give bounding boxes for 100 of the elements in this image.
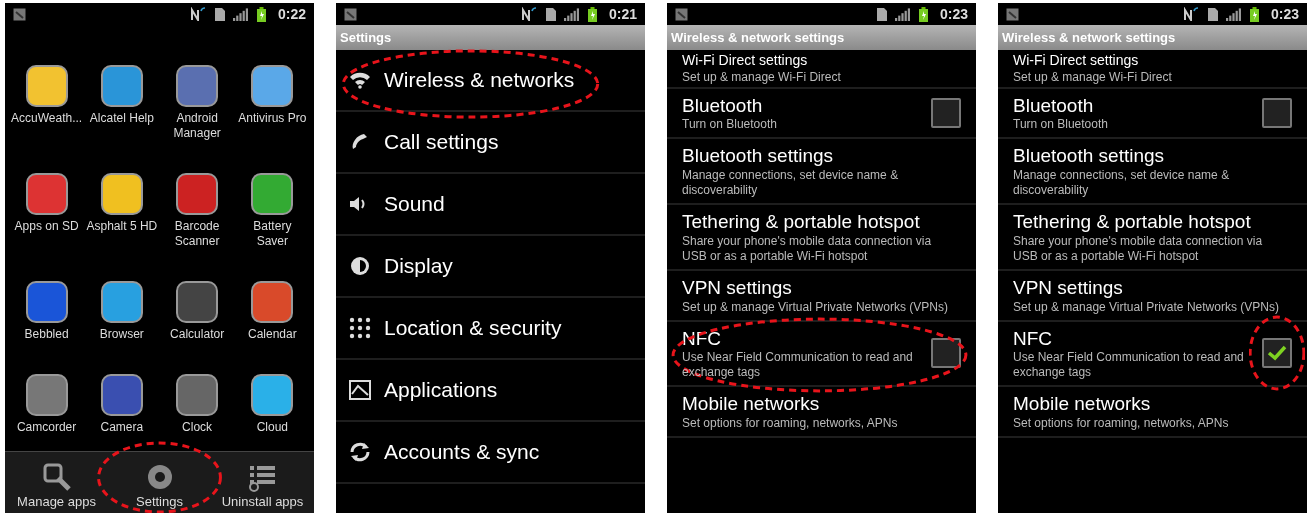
sim-icon	[876, 7, 887, 21]
app-label: Bebbled	[23, 327, 70, 342]
app-label: Camcorder	[15, 420, 78, 435]
clock-time: 0:21	[608, 4, 637, 24]
app-icon[interactable]	[176, 65, 219, 107]
app-label: Apps on SD	[13, 219, 80, 234]
checkbox[interactable]	[931, 338, 961, 369]
preference-title: Wi-Fi Direct settings	[682, 52, 809, 70]
preference-item[interactable]: Tethering & portable hotspot Share your phone's mobile data connection via USB or as a portable Wi-Fi hotspot	[667, 205, 976, 271]
app-label: Barcode Scanner	[173, 219, 221, 249]
preference-summary: Turn on Bluetooth	[682, 117, 778, 133]
app-icon[interactable]	[176, 374, 219, 416]
app-icon[interactable]	[251, 281, 294, 323]
preference-summary: Set options for roaming, networks, APNs	[682, 416, 899, 431]
preference-item[interactable]: Tethering & portable hotspot Share your phone's mobile data connection via USB or as a portable Wi-Fi hotspot	[998, 205, 1307, 271]
dock-button[interactable]: Uninstall apps	[211, 452, 314, 513]
preference-summary: Turn on Bluetooth	[1013, 117, 1109, 133]
preference-summary: Set up & manage Virtual Private Networks (VPNs)	[1013, 299, 1280, 315]
title-bar: Wireless & network settings	[667, 25, 976, 50]
preference-title: Bluetooth	[1013, 93, 1095, 118]
app-icon[interactable]	[176, 173, 219, 215]
settings-item[interactable]: Location & security	[336, 298, 645, 360]
picture-frame-icon	[349, 380, 371, 400]
signal-icon	[894, 7, 911, 21]
app-label: Antivirus Pro	[237, 111, 308, 126]
app-icon[interactable]	[100, 173, 143, 215]
preference-title: Bluetooth settings	[682, 144, 835, 168]
sim-icon	[214, 7, 225, 21]
sim-icon	[1207, 7, 1218, 21]
clock-time: 0:23	[1270, 4, 1299, 24]
app-label: Camera	[99, 420, 145, 435]
phone-icon	[1006, 7, 1019, 21]
dot-grid-icon	[349, 317, 371, 339]
preference-title: Bluetooth settings	[1013, 144, 1166, 168]
checkbox[interactable]	[931, 97, 961, 128]
signal-icon	[1225, 7, 1242, 21]
phone-icon	[675, 7, 688, 21]
checkbox[interactable]	[1262, 97, 1292, 128]
app-icon[interactable]	[25, 173, 68, 215]
app-label: Battery Saver	[252, 219, 293, 249]
app-label: Cloud	[255, 420, 290, 435]
app-icon[interactable]	[100, 281, 143, 323]
preference-item[interactable]: Bluetooth Turn on Bluetooth	[667, 88, 976, 140]
preference-summary: Share your phone's mobile data connection via USB or as a portable Wi-Fi hotspot	[1013, 233, 1264, 264]
app-icon[interactable]	[25, 281, 68, 323]
settings-item[interactable]: Call settings	[336, 112, 645, 174]
preference-summary: Share your phone's mobile data connection via USB or as a portable Wi-Fi hotspot	[682, 233, 933, 264]
app-label: Alcatel Help	[88, 111, 155, 126]
app-label: Calculator	[169, 327, 226, 342]
preference-summary: Set up & manage Wi-Fi Direct	[682, 69, 842, 85]
dock-button[interactable]: Manage apps	[5, 452, 108, 513]
app-label: Calendar	[247, 327, 298, 342]
preference-title: VPN settings	[682, 275, 793, 300]
wifi-icon	[349, 71, 371, 89]
preference-item[interactable]: Bluetooth Turn on Bluetooth	[998, 88, 1307, 140]
app-icon[interactable]	[25, 65, 68, 107]
brightness-icon	[349, 255, 371, 277]
preference-item[interactable]: VPN settings Set up & manage Virtual Private Networks (VPNs)	[667, 270, 976, 322]
preference-item[interactable]: Bluetooth settings Manage connections, set device name & discoverability	[667, 139, 976, 205]
preference-summary: Use Near Field Communication to read and exchange tags	[1013, 350, 1245, 381]
preference-summary: Set up & manage Wi-Fi Direct	[1013, 69, 1173, 85]
app-icon[interactable]	[251, 374, 294, 416]
battery-icon	[1249, 6, 1259, 22]
preference-summary: Manage connections, set device name & discoverability	[1013, 168, 1231, 198]
preference-item[interactable]: Mobile networks Set options for roaming, networks, APNs	[998, 387, 1307, 438]
preference-title: Mobile networks	[1013, 392, 1152, 416]
preference-item[interactable]: NFC Use Near Field Communication to read and exchange tags	[998, 321, 1307, 388]
settings-item[interactable]: Wireless & networks	[336, 50, 645, 112]
preference-item[interactable]: VPN settings Set up & manage Virtual Private Networks (VPNs)	[998, 270, 1307, 322]
checkmark-icon	[1267, 345, 1287, 362]
app-icon[interactable]	[100, 65, 143, 107]
preference-item[interactable]: Mobile networks Set options for roaming, networks, APNs	[667, 387, 976, 438]
checkbox[interactable]	[1262, 338, 1292, 369]
app-icon[interactable]	[176, 281, 219, 323]
app-icon[interactable]	[251, 65, 294, 107]
app-icon[interactable]	[25, 374, 68, 416]
settings-item[interactable]: Display	[336, 236, 645, 298]
preference-item[interactable]: Bluetooth settings Manage connections, set device name & discoverability	[998, 139, 1307, 205]
battery-icon	[587, 6, 597, 22]
preference-title: VPN settings	[1013, 275, 1124, 300]
battery-icon	[918, 6, 928, 22]
signal-icon	[232, 7, 249, 21]
preference-item[interactable]: Wi-Fi Direct settings Set up & manage Wi-Fi Direct	[667, 50, 976, 89]
preference-title: Wi-Fi Direct settings	[1013, 52, 1140, 70]
phone-icon	[344, 7, 357, 21]
battery-icon	[256, 6, 266, 22]
sync-icon	[349, 442, 371, 462]
app-label: Browser	[98, 327, 145, 342]
app-icon[interactable]	[100, 374, 143, 416]
preference-title: Mobile networks	[682, 392, 821, 416]
preference-title: Bluetooth	[682, 93, 764, 118]
settings-item[interactable]: Sound	[336, 174, 645, 236]
preference-title: NFC	[1013, 326, 1054, 351]
settings-item[interactable]: Applications	[336, 360, 645, 422]
app-icon[interactable]	[251, 173, 294, 215]
settings-item[interactable]: Accounts & sync	[336, 422, 645, 484]
preference-title: Tethering & portable hotspot	[682, 210, 921, 234]
app-label: Clock	[181, 420, 214, 435]
preference-item[interactable]: Wi-Fi Direct settings Set up & manage Wi-Fi Direct	[998, 50, 1307, 89]
preference-title: Tethering & portable hotspot	[1013, 210, 1252, 234]
